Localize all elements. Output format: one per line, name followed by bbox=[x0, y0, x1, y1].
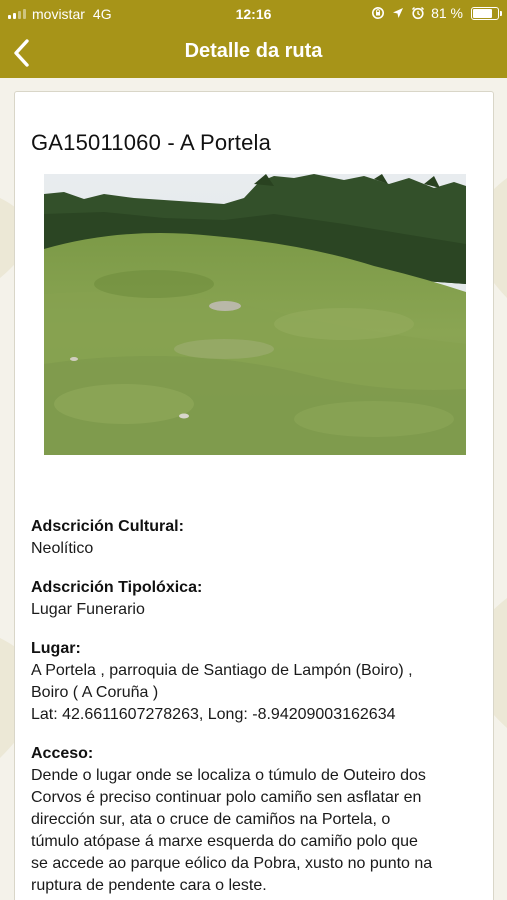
access-line: Dende o lugar onde se localiza o túmulo … bbox=[31, 767, 426, 784]
access-label: Acceso: bbox=[31, 745, 94, 762]
battery-percent: 81 % bbox=[431, 5, 463, 21]
battery-icon bbox=[471, 6, 502, 20]
typology-section: Adscrición Tipolóxica: Lugar Funerario bbox=[31, 577, 481, 621]
site-photo[interactable] bbox=[44, 174, 466, 455]
site-title: GA15011060 - A Portela bbox=[31, 130, 272, 155]
access-line: ruptura de pendente cara o leste. bbox=[31, 877, 267, 894]
place-line: A Portela , parroquia de Santiago de Lam… bbox=[31, 662, 413, 679]
place-section: Lugar: A Portela , parroquia de Santiago… bbox=[31, 638, 481, 726]
page-title: Detalle da ruta bbox=[184, 40, 323, 62]
location-arrow-icon bbox=[393, 8, 404, 18]
coordinates: Lat: 42.6611607278263, Long: -8.94209003… bbox=[31, 706, 396, 723]
access-line: túmulo atópase á marxe esquerda do camiñ… bbox=[31, 833, 418, 850]
app-header: movistar 4G 12:16 81 % Detalle da ruta bbox=[0, 0, 507, 78]
alarm-icon bbox=[412, 6, 425, 20]
typology-label: Adscrición Tipolóxica: bbox=[31, 579, 203, 596]
route-detail-card: GA15011060 - A Portela Adscrición Cultur… bbox=[14, 91, 494, 900]
access-line: dirección sur, ata o cruce de camiños na… bbox=[31, 811, 391, 828]
cultural-label: Adscrición Cultural: bbox=[31, 518, 184, 535]
typology-value: Lugar Funerario bbox=[31, 601, 145, 618]
access-line: se accede ao parque eólico da Pobra, xus… bbox=[31, 855, 433, 872]
nav-bar: Detalle da ruta bbox=[0, 28, 507, 78]
status-bar: movistar 4G 12:16 81 % bbox=[0, 0, 507, 28]
cultural-value: Neolítico bbox=[31, 540, 94, 557]
cultural-section: Adscrición Cultural: Neolítico bbox=[31, 516, 481, 560]
rotation-lock-icon bbox=[372, 7, 385, 19]
place-label: Lugar: bbox=[31, 640, 81, 657]
access-section: Acceso: Dende o lugar onde se localiza o… bbox=[31, 743, 481, 897]
place-line: Boiro ( A Coruña ) bbox=[31, 684, 159, 701]
access-line: Corvos é preciso continuar polo camiño s… bbox=[31, 789, 422, 806]
